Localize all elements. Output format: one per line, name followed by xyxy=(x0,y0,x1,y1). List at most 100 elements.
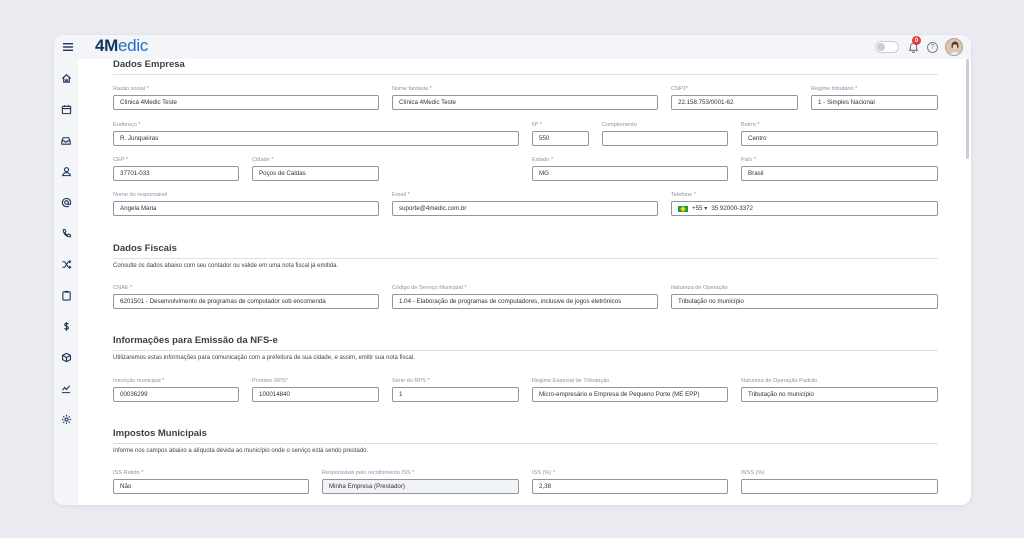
sidebar-item-phone[interactable] xyxy=(57,224,75,242)
label-responsavel-iss: Responsável pelo recolhimento ISS * xyxy=(322,470,415,476)
label-regime-tributario: Regime tributário * xyxy=(811,86,858,92)
sidebar-item-calendar[interactable] xyxy=(57,100,75,118)
telefone-value: 35 92000-3372 xyxy=(711,205,753,212)
label-bairro: Bairro * xyxy=(741,122,760,128)
cnae-field[interactable]: 6201501 - Desenvolvimento de programas d… xyxy=(113,294,379,309)
cidade-field[interactable]: Poços de Caldas xyxy=(252,166,379,181)
responsavel-iss-field[interactable]: Minha Empresa (Prestador) xyxy=(322,479,519,494)
scrollbar[interactable] xyxy=(966,59,969,159)
company-form: Dados Empresa Razão social * Clínica 4Me… xyxy=(113,59,938,505)
logo-text: edic xyxy=(118,36,149,55)
section-title-empresa: Dados Empresa xyxy=(113,59,185,70)
notifications-button[interactable]: 0 xyxy=(906,36,921,54)
chart-icon xyxy=(61,384,71,393)
inbox-icon xyxy=(61,136,71,145)
section-desc-nfse: Utilizaremos estas informações para comu… xyxy=(113,355,415,361)
pais-field[interactable]: Brasil xyxy=(741,166,938,181)
endereco-field[interactable]: R. Junqueiras xyxy=(113,131,519,146)
razao-social-field[interactable]: Clínica 4Medic Teste xyxy=(113,95,379,110)
brazil-flag-icon[interactable] xyxy=(678,205,688,212)
divider xyxy=(113,350,938,351)
inss-field[interactable] xyxy=(741,479,938,494)
section-title-impostos: Impostos Municipais xyxy=(113,428,207,439)
notification-badge: 0 xyxy=(912,36,921,45)
responsavel-field[interactable]: Angela Maria xyxy=(113,201,379,216)
label-cnae: CNAE * xyxy=(113,285,133,291)
label-cidade: Cidade * xyxy=(252,157,274,163)
label-estado: Estado * xyxy=(532,157,554,163)
label-proximo-rps: Próximo RPS* xyxy=(252,378,288,384)
app-window: 4Medic 0 ? Dados Empresa Razão social * … xyxy=(54,35,971,505)
sidebar-item-home[interactable] xyxy=(57,69,75,87)
label-email: Email * xyxy=(392,192,410,198)
calendar-icon xyxy=(61,104,71,114)
label-razao-social: Razão social * xyxy=(113,86,149,92)
avatar[interactable] xyxy=(945,38,963,56)
label-serie-rps: Série do RPS * xyxy=(392,378,430,384)
label-iss-retido: ISS Retido * xyxy=(113,470,144,476)
label-cep: CEP * xyxy=(113,157,129,163)
logo[interactable]: 4Medic xyxy=(95,36,148,56)
sidebar-item-finance[interactable] xyxy=(57,317,75,335)
label-natureza-padrao: Natureza de Operação Padrão xyxy=(741,378,818,384)
label-endereco: Endereço * xyxy=(113,122,141,128)
help-icon[interactable]: ? xyxy=(927,41,938,53)
label-inscricao-municipal: Inscrição municipal * xyxy=(113,378,165,384)
cep-field[interactable]: 37701-033 xyxy=(113,166,239,181)
country-code[interactable]: +55 ▾ xyxy=(692,205,707,212)
sidebar-item-settings[interactable] xyxy=(57,410,75,428)
menu-icon[interactable] xyxy=(60,39,76,55)
dollar-icon xyxy=(63,321,69,331)
phone-icon xyxy=(62,228,71,237)
label-nome-fantasia: Nome fantasia * xyxy=(392,86,432,92)
sidebar-item-reports[interactable] xyxy=(57,379,75,397)
sidebar-item-email[interactable] xyxy=(57,193,75,211)
inscricao-municipal-field[interactable]: 00036299 xyxy=(113,387,239,402)
email-field[interactable]: suporte@4medic.com.br xyxy=(392,201,658,216)
sidebar-item-clipboard[interactable] xyxy=(57,286,75,304)
sidebar-item-user[interactable] xyxy=(57,162,75,180)
label-codigo-servico: Código de Serviço Municipal * xyxy=(392,285,467,291)
sidebar xyxy=(54,59,78,505)
natureza-operacao-field[interactable]: Tributação no município xyxy=(671,294,938,309)
proximo-rps-field[interactable]: 100014840 xyxy=(252,387,379,402)
label-natureza-operacao: Natureza de Operação xyxy=(671,285,728,291)
label-numero: Nº * xyxy=(532,122,542,128)
logo-m: M xyxy=(104,36,119,55)
top-actions: 0 ? xyxy=(875,36,963,57)
box-icon xyxy=(61,352,71,362)
iss-field[interactable]: 2,38 xyxy=(532,479,728,494)
regime-tributario-field[interactable]: 1 - Simples Nacional xyxy=(811,95,938,110)
label-telefone: Telefone * xyxy=(671,192,696,198)
cnpj-field[interactable]: 22.158.753/0001-62 xyxy=(671,95,798,110)
iss-retido-field[interactable]: Não xyxy=(113,479,309,494)
label-iss: ISS (%) * xyxy=(532,470,556,476)
label-inss: INSS (%) xyxy=(741,470,765,476)
label-complemento: Complemento xyxy=(602,122,637,128)
section-title-nfse: Informações para Emissão da NFS-e xyxy=(113,335,278,346)
home-icon xyxy=(61,73,71,83)
natureza-padrao-field[interactable]: Tributação no município xyxy=(741,387,938,402)
label-responsavel: Nome do responsável xyxy=(113,192,168,198)
at-icon xyxy=(61,197,71,207)
label-cnpj: CNPJ* xyxy=(671,86,688,92)
divider xyxy=(113,443,938,444)
bairro-field[interactable]: Centro xyxy=(741,131,938,146)
divider xyxy=(113,74,938,75)
sidebar-item-shuffle[interactable] xyxy=(57,255,75,273)
nome-fantasia-field[interactable]: Clínica 4Medic Teste xyxy=(392,95,658,110)
settings-icon xyxy=(61,414,71,424)
section-title-fiscais: Dados Fiscais xyxy=(113,243,177,254)
sidebar-item-inventory[interactable] xyxy=(57,348,75,366)
estado-field[interactable]: MG xyxy=(532,166,728,181)
numero-field[interactable]: 550 xyxy=(532,131,589,146)
regime-especial-field[interactable]: Micro-empresário e Empresa de Pequeno Po… xyxy=(532,387,728,402)
serie-rps-field[interactable]: 1 xyxy=(392,387,519,402)
section-desc-impostos: Informe nos campos abaixo a alíquota dev… xyxy=(113,448,369,454)
telefone-field[interactable]: +55 ▾ 35 92000-3372 xyxy=(671,201,938,216)
complemento-field[interactable] xyxy=(602,131,728,146)
codigo-servico-field[interactable]: 1.04 - Elaboração de programas de comput… xyxy=(392,294,658,309)
sidebar-item-inbox[interactable] xyxy=(57,131,75,149)
theme-toggle[interactable] xyxy=(875,41,899,53)
clipboard-icon xyxy=(61,290,71,301)
